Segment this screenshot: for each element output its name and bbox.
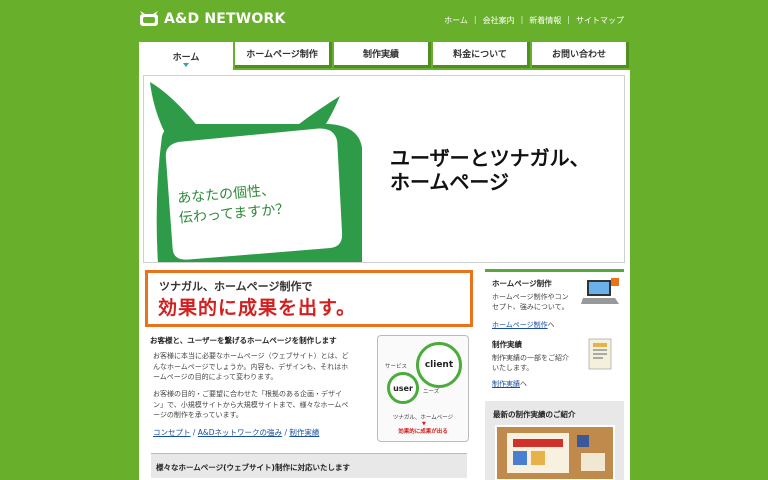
intro-p1-line: んなホームページでしょうか。内容も、デザインも、それはホ — [153, 362, 349, 371]
tab-works[interactable]: 制作実績 — [334, 42, 431, 68]
top-bar: A&D NETWORK ホーム | 会社案内 | 新着情報 | サイトマップ — [0, 0, 768, 40]
util-link-company[interactable]: 会社案内 — [477, 15, 521, 26]
tab-contact[interactable]: お問い合わせ — [532, 42, 629, 68]
util-link-news[interactable]: 新着情報 — [523, 15, 567, 26]
intro-p2-line: ージの制作を承っています。 — [153, 411, 243, 419]
tab-label: 制作実績 — [362, 50, 399, 60]
sidebar-box-works: 制作実績 制作実績の一部をご紹介 いたします。 制作実績へ — [485, 333, 624, 397]
tab-label: 料金について — [453, 50, 507, 60]
catch-subtitle: ツナガル、ホームページ制作で — [159, 280, 313, 293]
intro-paragraph-2: お客様の目的・ご要望に合わせた「根拠のある企画・デザイ ン」で、小規模サイトから… — [153, 389, 371, 421]
sidebar-title: 制作実績 — [492, 340, 522, 349]
tab-home[interactable]: ホーム — [139, 42, 233, 70]
diagram-client-label: client — [424, 360, 454, 370]
sidebar-box-production: ホームページ制作 ホームページ制作やコン セプト、強みについて。 ホームページ制… — [485, 269, 624, 331]
link-suffix: へ — [547, 321, 555, 329]
intro-paragraph-1: お客様に本当に必要なホームページ（ウェブサイト）とは、ど んなホームページでしょ… — [153, 351, 371, 383]
link-separator: / — [190, 428, 198, 437]
intro-p2-line: ン」で、小規模サイトから大規模サイトまで、様々なホームペ — [153, 400, 349, 409]
sidebar-link-works[interactable]: 制作実績 — [492, 380, 520, 388]
link-works[interactable]: 制作実績 — [289, 428, 319, 437]
work-thumbnail-image — [497, 427, 613, 479]
main-container: あなたの個性、 伝わってますか？ ユーザーとツナガル、 ホームページ ツナガル、… — [139, 70, 630, 480]
diagram-caption-2: 効果的に成果が出る — [398, 429, 448, 435]
global-nav: ホーム ホームページ制作 制作実績 料金について お問い合わせ — [139, 42, 629, 70]
util-separator: | — [473, 15, 477, 24]
util-link-sitemap[interactable]: サイトマップ — [570, 15, 630, 26]
active-marker-icon — [183, 63, 189, 67]
diagram-needs-label: ニーズ — [423, 389, 440, 395]
sidebar-title: ホームページ制作 — [492, 279, 552, 288]
site-logo[interactable]: A&D NETWORK — [139, 11, 286, 27]
hero-line2: ホームページ — [390, 170, 509, 194]
diagram-user-label: user — [393, 383, 413, 393]
intro-links: コンセプト / A&Dネットワークの強み / 制作実績 — [153, 427, 319, 438]
hero-headline: ユーザーとツナガル、 ホームページ — [390, 146, 590, 194]
intro-title: お客様と、ユーザーを繋げるホームページを制作します — [150, 336, 337, 345]
logo-text: A&D NETWORK — [164, 11, 286, 27]
documents-icon — [588, 338, 612, 370]
sidebar-text-line: 制作実績の一部をご紹介 — [492, 354, 569, 362]
link-concept[interactable]: コンセプト — [153, 428, 191, 437]
tab-pricing[interactable]: 料金について — [433, 42, 530, 68]
diagram-service-label: サービス — [385, 364, 408, 370]
sidebar-text-line: いたします。 — [492, 364, 534, 372]
sidebar-link-production[interactable]: ホームページ制作 — [492, 321, 548, 329]
intro-p1-line: ームページの目的によって変わります。 — [153, 373, 278, 381]
sidebar-link-wrap: ホームページ制作へ — [492, 320, 555, 330]
latest-works-title: 最新の制作実績のご紹介 — [493, 410, 576, 419]
tab-label: ホームページ制作 — [246, 50, 318, 60]
intro-p2-line: お客様の目的・ご要望に合わせた「根拠のある企画・デザイ — [153, 390, 342, 398]
sidebar-text-line: セプト、強みについて。 — [492, 303, 569, 311]
concept-diagram: client user サービス ニーズ ツナガル、ホームページ ▼ 効果的に成… — [377, 335, 469, 442]
sidebar-link-wrap: 制作実績へ — [492, 379, 527, 389]
catch-copy-box: ツナガル、ホームページ制作で 効果的に成果を出す。 — [145, 270, 473, 327]
diagram-client-circle: client — [416, 342, 462, 388]
intro-p1-line: お客様に本当に必要なホームページ（ウェブサイト）とは、ど — [153, 352, 349, 360]
logo-mascot-icon — [140, 11, 158, 26]
hero-line1: ユーザーとツナガル、 — [390, 146, 590, 170]
util-separator: | — [520, 15, 524, 24]
sidebar: ホームページ制作 ホームページ制作やコン セプト、強みについて。 ホームページ制… — [485, 269, 624, 480]
link-suffix: へ — [520, 380, 527, 388]
util-separator: | — [567, 15, 570, 24]
diagram-user-circle: user — [387, 372, 419, 404]
catch-title: 効果的に成果を出す。 — [158, 297, 357, 319]
link-strengths[interactable]: A&Dネットワークの強み — [198, 428, 282, 437]
tab-web-production[interactable]: ホームページ制作 — [235, 42, 332, 68]
sidebar-text-line: ホームページ制作やコン — [492, 293, 569, 301]
section-heading: 様々なホームページ(ウェブサイト)制作に対応いたします — [151, 453, 467, 478]
utility-nav: ホーム | 会社案内 | 新着情報 | サイトマップ — [438, 15, 630, 26]
tab-label: ホーム — [172, 52, 200, 63]
sidebar-text: 制作実績の一部をご紹介 いたします。 — [492, 353, 578, 373]
util-link-home[interactable]: ホーム — [438, 15, 474, 26]
diagram-caption-1: ツナガル、ホームページ — [392, 415, 454, 421]
hero-banner: あなたの個性、 伝わってますか？ ユーザーとツナガル、 ホームページ — [143, 75, 625, 263]
latest-works-box: 最新の制作実績のご紹介 — [485, 401, 624, 480]
laptop-icon — [581, 278, 619, 304]
sidebar-text: ホームページ制作やコン セプト、強みについて。 — [492, 292, 578, 312]
latest-work-thumbnail[interactable] — [495, 425, 615, 480]
tab-label: お問い合わせ — [551, 50, 606, 60]
